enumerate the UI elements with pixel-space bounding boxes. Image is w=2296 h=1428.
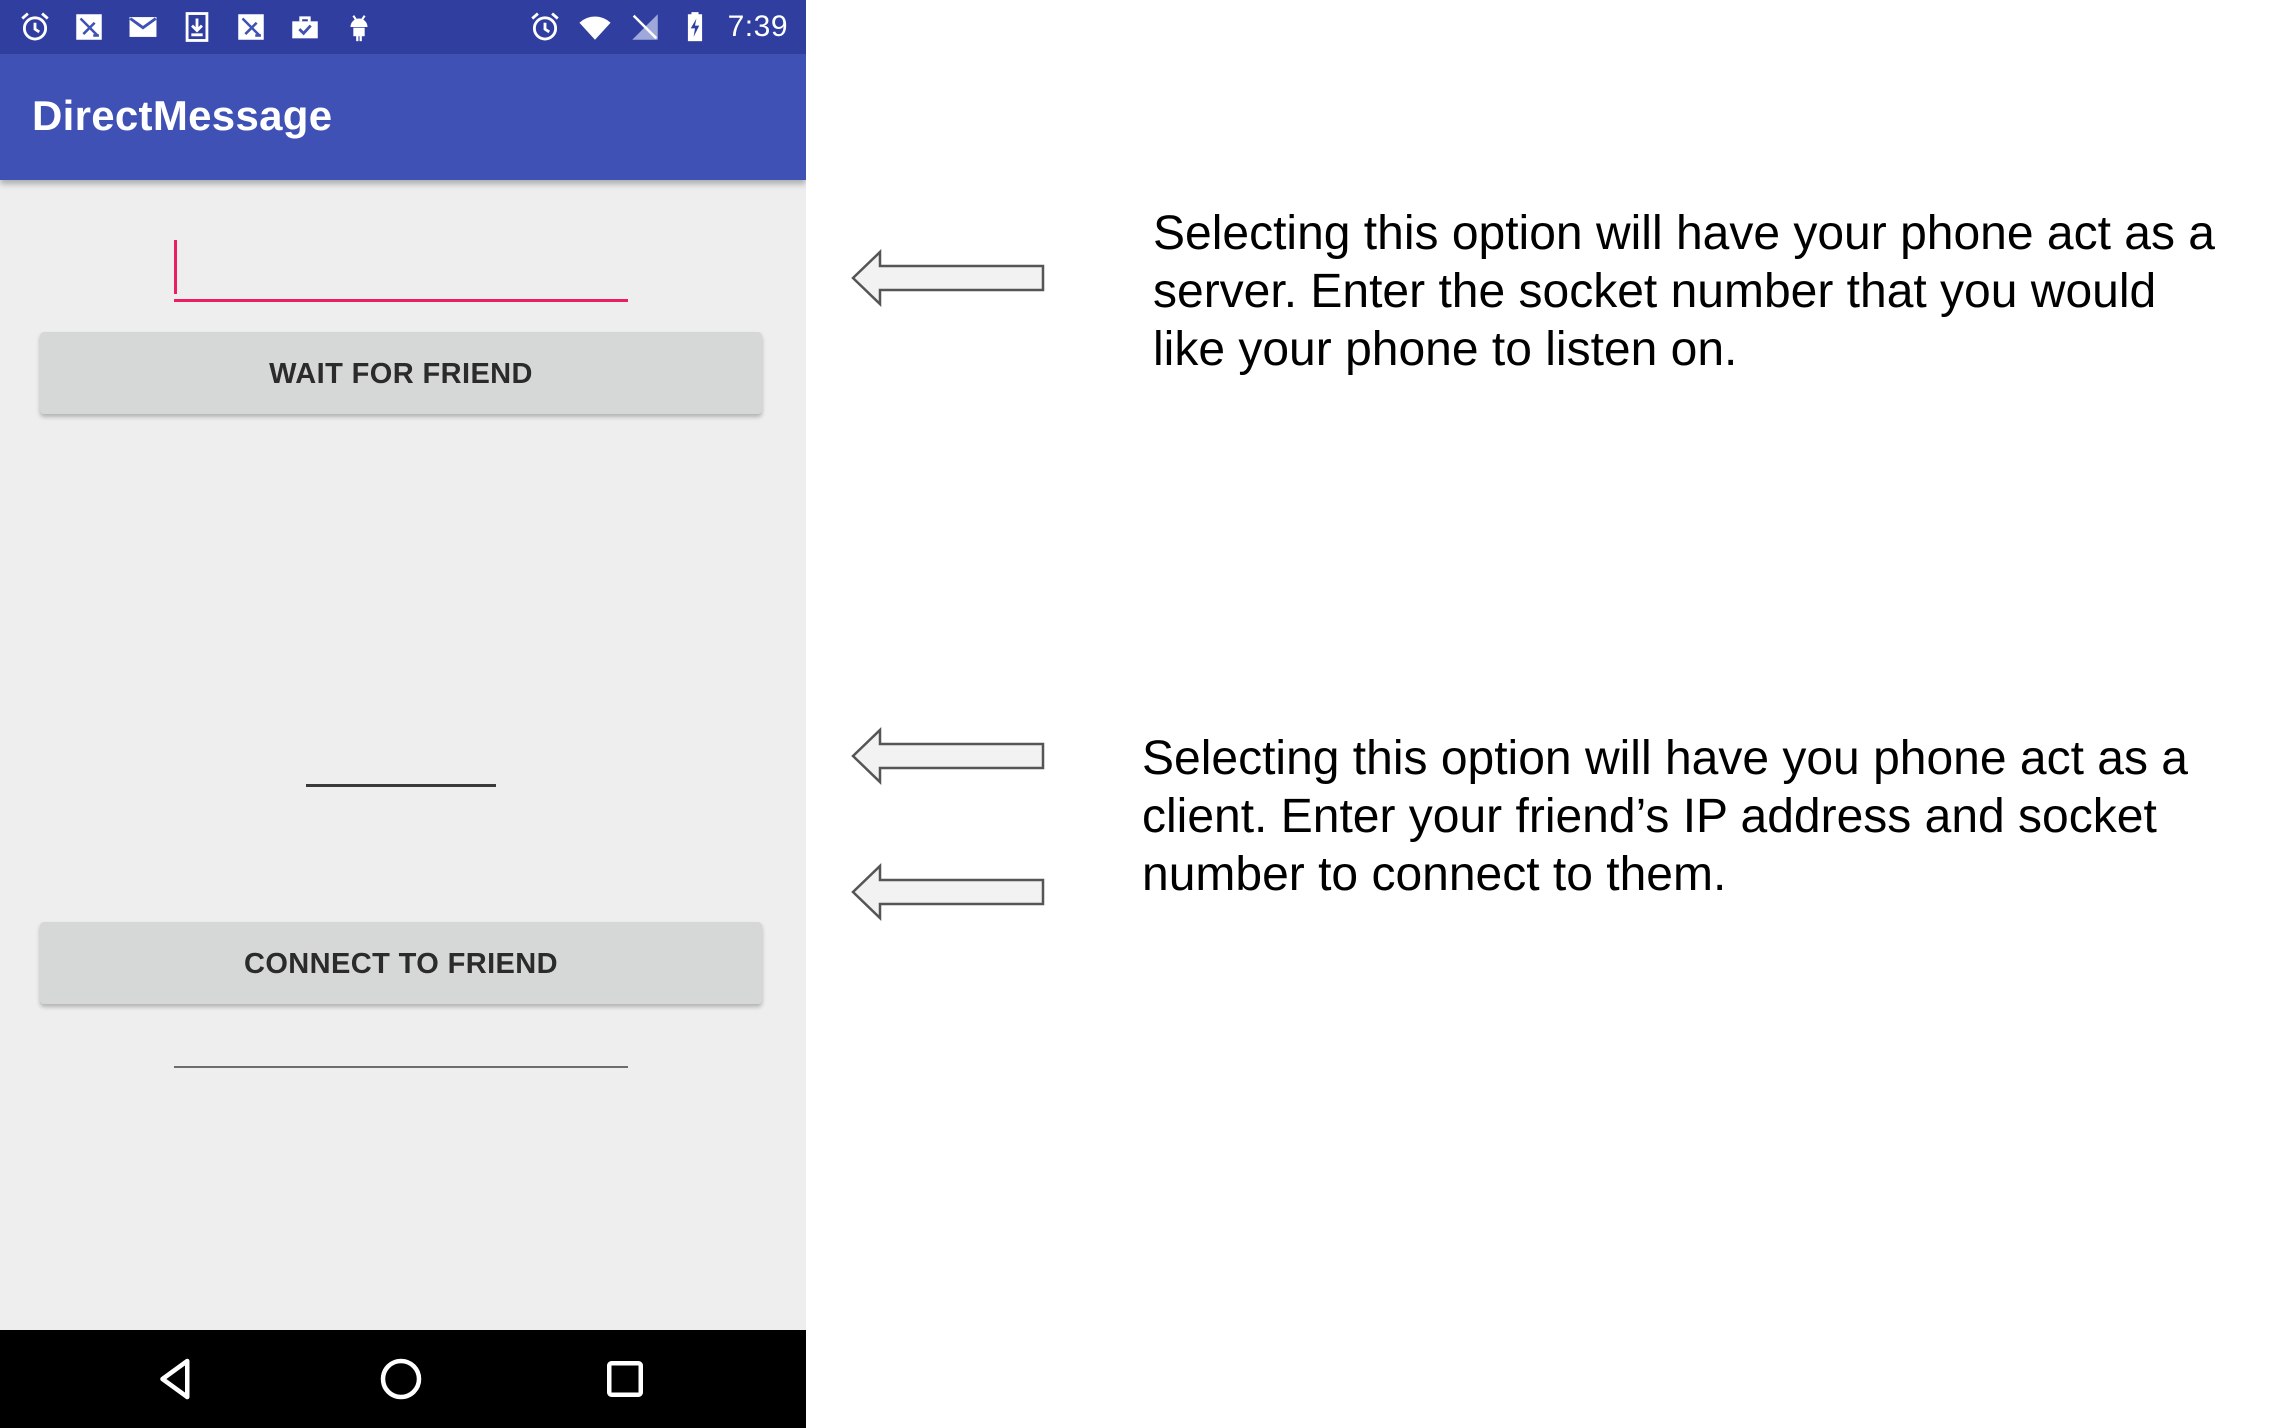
status-time: 7:39 <box>727 10 788 43</box>
client-socket-field[interactable] <box>174 1008 628 1068</box>
server-explanation-line: Selecting this option will have your pho… <box>1153 207 2215 260</box>
server-explanation: Selecting this option will have your pho… <box>1153 205 2273 379</box>
text-cursor <box>174 240 177 294</box>
wait-for-friend-button[interactable]: WAIT FOR FRIEND <box>40 332 762 414</box>
app-bar: DirectMessage <box>0 54 806 180</box>
client-explanation: Selecting this option will have you phon… <box>1142 730 2272 904</box>
phone-screen: 7:39 DirectMessage WAIT FOR FRIEND CONNE… <box>0 0 806 1428</box>
recents-icon[interactable] <box>598 1352 652 1406</box>
app-title: DirectMessage <box>32 92 333 139</box>
home-icon[interactable] <box>374 1352 428 1406</box>
download-icon <box>185 12 209 42</box>
server-explanation-line: like your phone to listen on. <box>1153 323 1738 376</box>
alarm-icon <box>530 12 559 41</box>
server-socket-field[interactable] <box>174 238 628 302</box>
navigation-bar <box>0 1330 806 1428</box>
back-icon[interactable] <box>149 1352 203 1406</box>
android-icon <box>350 15 368 42</box>
no-sim-notification-icon <box>76 14 102 40</box>
left-arrow-icon <box>851 249 1045 307</box>
status-bar: 7:39 <box>0 0 806 54</box>
connect-to-friend-button[interactable]: CONNECT TO FRIEND <box>40 922 762 1004</box>
status-bar-system: 7:39 <box>528 8 788 46</box>
client-explanation-line: number to connect to them. <box>1142 848 1727 901</box>
ip-field-underline-mark <box>306 784 496 787</box>
left-arrow-icon <box>851 727 1045 785</box>
main-content: WAIT FOR FRIEND CONNECT TO FRIEND <box>0 180 806 1330</box>
alarm-icon <box>21 12 49 41</box>
client-explanation-line: Selecting this option will have you phon… <box>1142 732 2188 785</box>
status-bar-notifications <box>18 8 376 46</box>
wifi-icon <box>579 16 611 40</box>
battery-charging-icon <box>687 12 702 42</box>
gmail-icon <box>129 17 157 37</box>
page: 7:39 DirectMessage WAIT FOR FRIEND CONNE… <box>0 0 2296 1428</box>
server-explanation-line: server. Enter the socket number that you… <box>1153 265 2157 318</box>
client-explanation-line: client. Enter your friend’s IP address a… <box>1142 790 2157 843</box>
left-arrow-icon <box>851 863 1045 921</box>
briefcase-check-icon <box>292 16 318 39</box>
no-sim-notification-icon <box>238 14 264 40</box>
no-signal-icon <box>631 14 658 40</box>
